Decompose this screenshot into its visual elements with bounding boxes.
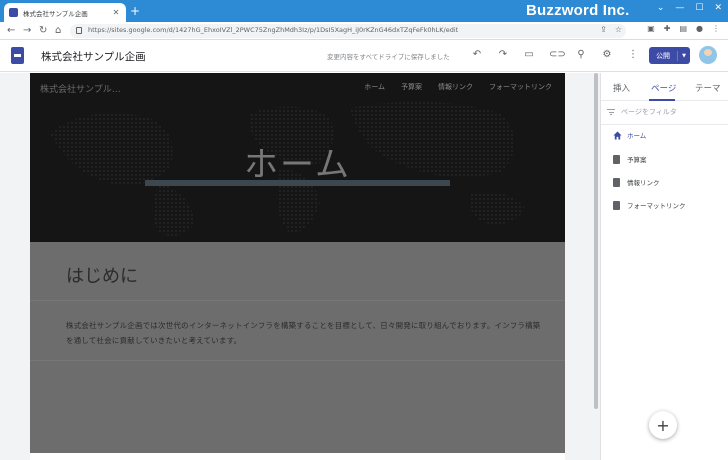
filter-placeholder: ページをフィルタ — [621, 108, 677, 116]
add-user-icon[interactable]: ⚲ — [575, 49, 587, 60]
forward-icon[interactable]: → — [23, 24, 31, 37]
next-section-edge — [30, 453, 565, 460]
section-heading[interactable]: はじめに — [66, 262, 138, 288]
tab-search-icon[interactable]: ⌄ — [657, 3, 665, 13]
browser-titlebar: 株式会社サンプル企画 ✕ + Buzzword Inc. ⌄ — ☐ ✕ — [0, 0, 728, 22]
site-title[interactable]: 株式会社サンプル企画 — [41, 49, 146, 64]
window-controls: ⌄ — ☐ ✕ — [657, 3, 722, 13]
undo-icon[interactable]: ↶ — [471, 49, 483, 60]
divider — [601, 124, 728, 125]
page-icon — [613, 154, 620, 164]
section-body-text[interactable]: 株式会社サンプル企画では次世代のインターネットインフラを構築することを目標として… — [66, 318, 541, 348]
reload-icon[interactable]: ↻ — [39, 24, 47, 37]
publish-label: 公開 — [649, 50, 678, 61]
settings-gear-icon[interactable]: ⚙ — [601, 49, 613, 60]
save-status: 変更内容をすべてドライブに保存しました — [327, 53, 450, 61]
page-title[interactable]: ホーム — [30, 137, 565, 186]
page-item-label: 予算案 — [627, 156, 647, 164]
puzzle-icon[interactable]: ✚ — [664, 24, 671, 33]
nav-item-budget[interactable]: 予算案 — [401, 82, 422, 92]
google-sites-logo-icon[interactable] — [11, 47, 24, 64]
avatar[interactable] — [699, 46, 717, 64]
nav-item-info-links[interactable]: 情報リンク — [438, 82, 473, 92]
tab-insert[interactable]: 挿入 — [613, 82, 630, 94]
title-underline-bar — [145, 180, 450, 186]
page-item-home[interactable]: ホーム — [613, 130, 646, 140]
profile-icon[interactable]: ● — [696, 24, 703, 33]
panel-tabs: 挿入 ページ テーマ — [601, 73, 728, 101]
page-item-label: フォーマットリンク — [627, 202, 686, 210]
address-bar: ← → ↻ ⌂ https://sites.google.com/d/1427h… — [0, 22, 728, 40]
home-page-icon — [613, 130, 622, 140]
close-window-icon[interactable]: ✕ — [714, 3, 722, 13]
google-sites-favicon-icon — [9, 8, 18, 17]
share-icon[interactable]: ⇪ — [600, 25, 607, 34]
divider — [30, 360, 565, 361]
browser-tab[interactable]: 株式会社サンプル企画 ✕ — [4, 3, 126, 22]
tab-title: 株式会社サンプル企画 — [23, 9, 88, 18]
sidebar-icon[interactable]: ▤ — [679, 24, 687, 33]
maximize-icon[interactable]: ☐ — [695, 3, 703, 13]
brand-watermark: Buzzword Inc. — [526, 2, 630, 19]
tab-pages[interactable]: ページ — [651, 82, 676, 94]
publish-button[interactable]: 公開 ▼ — [649, 47, 690, 64]
header-site-name[interactable]: 株式会社サンプル… — [40, 82, 121, 95]
add-page-button[interactable]: + — [649, 411, 677, 439]
new-tab-button[interactable]: + — [130, 4, 140, 18]
nav-item-format-links[interactable]: フォーマットリンク — [489, 82, 552, 92]
lock-icon — [76, 27, 82, 34]
home-icon[interactable]: ⌂ — [55, 24, 61, 37]
back-icon[interactable]: ← — [7, 24, 15, 37]
redo-icon[interactable]: ↷ — [497, 49, 509, 60]
header-banner[interactable]: 株式会社サンプル… ホーム 予算案 情報リンク フォーマットリンク ホーム — [30, 73, 565, 242]
page-item-info-links[interactable]: 情報リンク — [613, 177, 660, 187]
site-navigation: ホーム 予算案 情報リンク フォーマットリンク — [364, 82, 552, 92]
page-item-label: ホーム — [627, 132, 647, 140]
filter-icon — [607, 108, 615, 117]
active-tab-indicator — [649, 99, 675, 101]
scrollbar-thumb[interactable] — [594, 73, 598, 409]
page-item-budget[interactable]: 予算案 — [613, 154, 647, 164]
page-item-label: 情報リンク — [627, 179, 660, 187]
page-icon — [613, 200, 620, 210]
publish-dropdown-icon[interactable]: ▼ — [678, 53, 690, 59]
menu-icon[interactable]: ⋮ — [712, 24, 720, 33]
content-section[interactable]: はじめに 株式会社サンプル企画では次世代のインターネットインフラを構築することを… — [30, 242, 565, 453]
divider — [30, 300, 565, 301]
link-icon[interactable]: ⊂⊃ — [549, 49, 566, 60]
sites-toolbar: 株式会社サンプル企画 変更内容をすべてドライブに保存しました ↶ ↷ ▭ ⊂⊃ … — [0, 40, 728, 72]
page-icon — [613, 177, 620, 187]
preview-device-icon[interactable]: ▭ — [523, 49, 535, 60]
url-text[interactable]: https://sites.google.com/d/1427hG_EhxoIV… — [88, 26, 458, 34]
side-panel: 挿入 ページ テーマ ページをフィルタ ホーム 予算案 情報リンク フォーマット… — [600, 73, 728, 460]
omnibox[interactable]: https://sites.google.com/d/1427hG_EhxoIV… — [70, 24, 626, 38]
extension-icon[interactable]: ▣ — [647, 24, 655, 33]
page-item-format-links[interactable]: フォーマットリンク — [613, 200, 686, 210]
bookmark-star-icon[interactable]: ☆ — [615, 25, 622, 34]
page-filter[interactable]: ページをフィルタ — [607, 107, 677, 117]
minimize-icon[interactable]: — — [675, 3, 684, 13]
nav-item-home[interactable]: ホーム — [364, 82, 385, 92]
more-vert-icon[interactable]: ⋮ — [627, 49, 639, 60]
tab-themes[interactable]: テーマ — [695, 82, 721, 94]
tab-close-icon[interactable]: ✕ — [111, 8, 121, 17]
